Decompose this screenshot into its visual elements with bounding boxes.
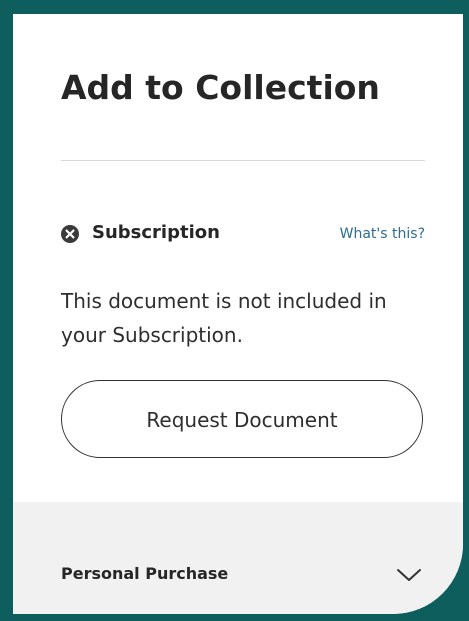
divider	[61, 160, 425, 161]
personal-purchase-section[interactable]: Personal Purchase	[13, 502, 463, 614]
add-to-collection-panel: Add to Collection Subscription What's th…	[13, 14, 463, 614]
personal-purchase-label: Personal Purchase	[61, 564, 229, 583]
subscription-row: Subscription What's this?	[61, 220, 425, 248]
subscription-label: Subscription	[92, 222, 220, 243]
request-document-button[interactable]: Request Document	[61, 380, 423, 458]
panel-title: Add to Collection	[61, 68, 380, 107]
page-frame: Add to Collection Subscription What's th…	[0, 0, 469, 621]
chevron-down-icon[interactable]	[395, 566, 423, 584]
whats-this-link[interactable]: What's this?	[340, 226, 425, 242]
x-circle-icon	[61, 225, 79, 243]
subscription-message: This document is not included in your Su…	[61, 289, 387, 347]
